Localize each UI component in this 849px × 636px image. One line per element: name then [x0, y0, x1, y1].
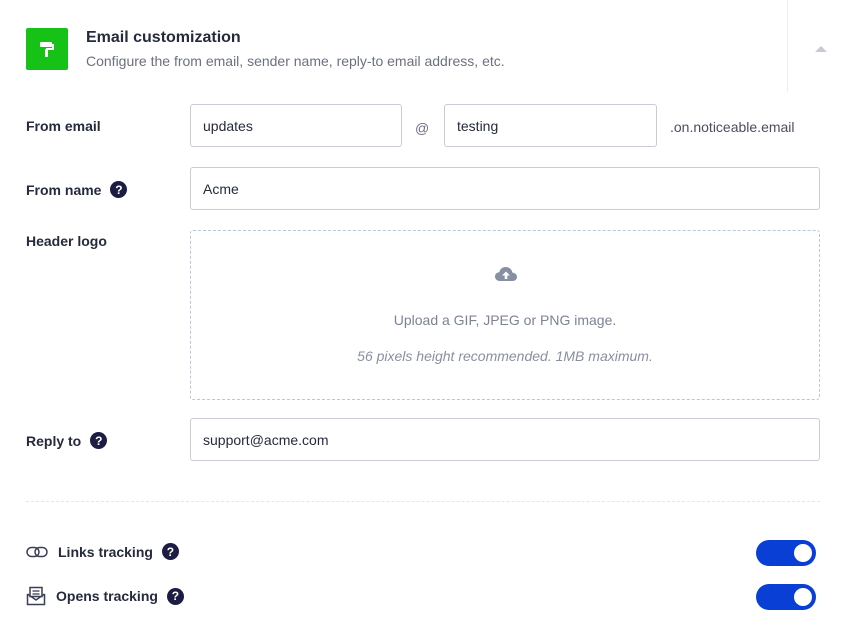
links-tracking-label: Links tracking: [58, 543, 153, 560]
from-email-local-input[interactable]: [190, 104, 402, 147]
toggle-knob: [794, 544, 812, 562]
from-email-label: From email: [26, 118, 101, 134]
cloud-upload-icon: [494, 265, 518, 288]
upload-hint: 56 pixels height recommended. 1MB maximu…: [357, 348, 653, 364]
section-divider: [26, 501, 820, 502]
opens-tracking-label: Opens tracking: [56, 588, 158, 604]
help-icon[interactable]: ?: [110, 181, 128, 198]
reply-to-label: Reply to ?: [26, 432, 108, 449]
from-name-input[interactable]: [190, 167, 820, 210]
envelope-open-icon: [26, 586, 46, 606]
links-tracking-row: Links tracking ?: [26, 543, 179, 560]
help-icon[interactable]: ?: [90, 432, 108, 449]
from-email-subdomain-input[interactable]: [444, 104, 657, 147]
caret-up-icon: [815, 46, 827, 52]
opens-tracking-toggle[interactable]: [756, 584, 816, 610]
at-sign: @: [415, 120, 430, 136]
section-title: Email customization: [86, 29, 241, 46]
logo-upload-dropzone[interactable]: Upload a GIF, JPEG or PNG image. 56 pixe…: [190, 230, 820, 400]
help-icon[interactable]: ?: [166, 587, 184, 605]
toggle-knob: [794, 588, 812, 606]
upload-instructions: Upload a GIF, JPEG or PNG image.: [393, 312, 617, 328]
collapse-button[interactable]: [787, 0, 849, 92]
email-domain-suffix: .on.noticeable.email: [670, 119, 795, 135]
paint-roller-icon: [26, 28, 68, 70]
header-logo-label: Header logo: [26, 233, 107, 249]
from-name-label: From name ?: [26, 181, 128, 198]
help-icon[interactable]: ?: [161, 543, 179, 560]
section-subtitle: Configure the from email, sender name, r…: [86, 53, 505, 69]
links-tracking-toggle[interactable]: [756, 540, 816, 566]
link-icon: [26, 546, 48, 558]
opens-tracking-row: Opens tracking ?: [26, 586, 184, 606]
reply-to-input[interactable]: [190, 418, 820, 461]
